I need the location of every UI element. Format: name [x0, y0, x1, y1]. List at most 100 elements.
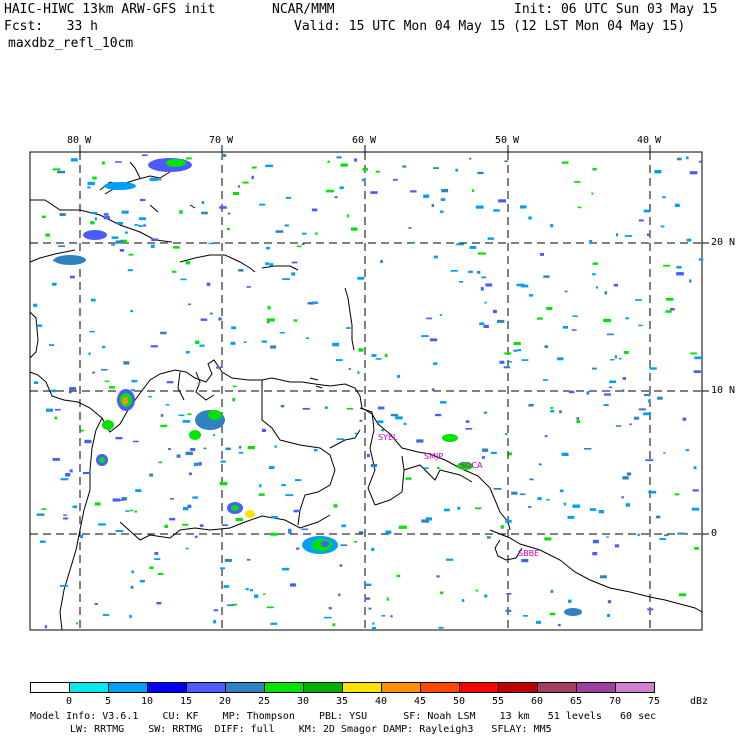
echo-cell: [101, 368, 108, 371]
echo-cell: [676, 266, 682, 269]
colorbar-level-label: 45: [413, 696, 427, 707]
echo-cell: [69, 387, 76, 391]
echo-cell: [608, 386, 613, 389]
echo-cell: [396, 574, 401, 578]
echo-cell: [160, 424, 168, 428]
echo-cell: [245, 588, 249, 591]
echo-cell: [340, 163, 348, 167]
echo-cell: [625, 317, 629, 320]
echo-cell: [521, 558, 529, 563]
echo-cell: [529, 478, 534, 481]
echo-cell: [589, 508, 596, 511]
echo-cell: [604, 291, 608, 295]
echo-cell: [139, 217, 146, 221]
echo-cell: [246, 558, 251, 561]
echo-cell: [557, 357, 564, 361]
echo-cell: [69, 275, 75, 279]
echo-cell: [528, 506, 532, 508]
echo-cell: [45, 233, 50, 237]
echo-cell: [674, 493, 680, 496]
echo-cell: [293, 319, 298, 322]
echo-cell: [52, 458, 60, 461]
echo-cell: [438, 626, 444, 629]
echo-cell: [314, 449, 318, 452]
colorbar-cell: [108, 682, 148, 693]
echo-cell: [71, 158, 78, 162]
reflectivity-map: SYEL SMJP SOCA SBBE: [29, 145, 709, 631]
echo-cell: [539, 253, 544, 256]
echo-cell: [94, 217, 97, 221]
station-smjp: SMJP: [424, 452, 443, 461]
echo-cell: [247, 446, 255, 450]
echo-cell: [371, 547, 375, 552]
echo-cell: [563, 502, 566, 506]
echo-cell: [131, 389, 135, 391]
echo-cell: [603, 404, 609, 406]
echo-cell: [371, 354, 377, 357]
echo-cell: [380, 259, 383, 264]
echo-cell: [116, 222, 123, 225]
echo-cell: [128, 253, 134, 256]
echo-cell: [567, 515, 575, 519]
echo-cell: [265, 164, 274, 168]
echo-cell: [627, 472, 632, 476]
echo-cell: [170, 498, 175, 500]
echo-cell: [54, 408, 61, 411]
echo-cell: [607, 600, 612, 604]
echo-cell: [500, 525, 504, 529]
echo-cell: [227, 227, 230, 230]
echo-cell: [340, 544, 348, 546]
echo-cell: [63, 517, 69, 520]
echo-cell: [564, 290, 568, 293]
colorbar-level-label: 15: [179, 696, 193, 707]
echo-cell: [134, 510, 137, 513]
echo-cell: [251, 175, 254, 180]
echo-cell: [194, 535, 198, 538]
echo-cell: [461, 599, 465, 602]
echo-cell: [127, 269, 133, 272]
echo-cell: [221, 154, 227, 157]
echo-cell: [327, 160, 330, 163]
colorbar-cell: [420, 682, 460, 693]
echo-cell: [135, 489, 142, 492]
echo-cell: [338, 593, 341, 597]
echo-cell: [131, 379, 138, 383]
echo-cell: [270, 532, 278, 536]
echo-cell: [41, 508, 47, 510]
echo-cell: [654, 170, 662, 174]
echo-cell: [386, 597, 389, 601]
echo-cell: [689, 279, 692, 283]
echo-cell: [224, 559, 232, 562]
echo-cell: [359, 419, 363, 422]
echo-cell: [487, 237, 494, 240]
echo-cell: [242, 181, 249, 184]
colorbar-cell: [576, 682, 616, 693]
echo-cell: [499, 360, 505, 364]
echo-cell: [65, 473, 71, 477]
echo-cell: [523, 615, 528, 617]
echo-cell: [231, 326, 236, 330]
echo-cell: [377, 406, 385, 410]
echo-cell: [219, 206, 227, 209]
echo-cell: [143, 224, 147, 227]
echo-cell: [60, 478, 69, 481]
echo-cell: [301, 528, 309, 531]
echo-cell: [606, 333, 614, 336]
colorbar-unit: dBz: [690, 696, 709, 707]
echo-cell: [402, 165, 407, 168]
echo-cell: [362, 167, 368, 171]
echo-cell: [200, 318, 208, 321]
echo-cell: [643, 412, 651, 416]
colorbar-level-label: 30: [296, 696, 310, 707]
echo-cell: [258, 493, 265, 496]
echo-cell: [206, 282, 211, 286]
lat-label-0: 0: [711, 528, 718, 539]
echo-cell: [129, 509, 133, 512]
echo-cell: [296, 245, 302, 248]
echo-cell: [252, 166, 257, 169]
echo-cell: [82, 472, 91, 475]
echo-cell: [484, 301, 487, 304]
echo-cell: [439, 314, 442, 316]
echo-cell: [328, 607, 332, 610]
echo-cell: [521, 359, 529, 361]
